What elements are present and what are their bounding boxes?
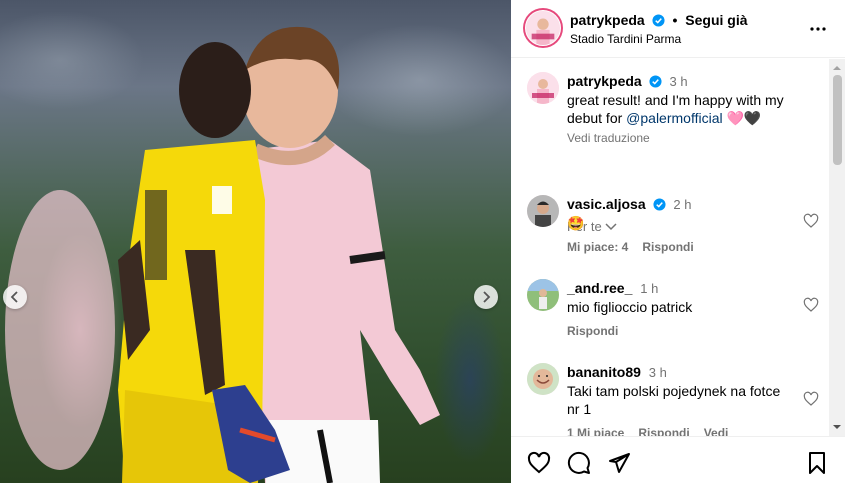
verified-badge-icon xyxy=(652,14,665,27)
comment-avatar[interactable] xyxy=(527,279,559,311)
comment-text: Taki tam polski pojedynek na fotce nr 1 xyxy=(567,383,781,417)
author-line: patrykpeda • Segui già xyxy=(570,12,748,28)
comment-time[interactable]: 3 h xyxy=(649,365,667,380)
comment-username[interactable]: vasic.aljosa xyxy=(567,196,646,212)
comment-reply-button[interactable]: Rispondi xyxy=(567,324,618,338)
post-location[interactable]: Stadio Tardini Parma xyxy=(570,32,681,46)
caption-username[interactable]: patrykpeda xyxy=(567,73,642,89)
more-horizontal-icon[interactable] xyxy=(809,20,827,38)
bookmark-icon[interactable] xyxy=(805,451,829,475)
verified-badge-icon xyxy=(649,75,662,88)
comment-avatar-image xyxy=(527,279,559,311)
comment-time[interactable]: 2 h xyxy=(673,197,691,212)
comment-item: _and.ree_ 1 h mio figlioccio patrick Ris… xyxy=(527,279,819,349)
comment-item: bananito89 3 h Taki tam polski pojedynek… xyxy=(527,363,819,436)
comment-item: vasic.aljosa 2 h 🤩 Mi piace: 4 Rispondi xyxy=(527,195,819,265)
carousel-prev-button[interactable] xyxy=(3,285,27,309)
post-caption: patrykpeda 3 h great result! and I'm hap… xyxy=(527,72,819,145)
comment-username[interactable]: _and.ree_ xyxy=(567,280,632,296)
caption-translate-button[interactable]: Vedi traduzione xyxy=(567,131,650,145)
post-header: patrykpeda • Segui già Stadio Tardini Pa… xyxy=(511,0,845,58)
separator-dot: • xyxy=(672,12,678,28)
chevron-left-icon xyxy=(10,291,18,303)
author-avatar-image xyxy=(526,11,560,45)
caption-mention-link[interactable]: @palermofficial xyxy=(626,110,722,126)
comment-likes[interactable]: 1 Mi piace xyxy=(567,426,624,436)
comment-reply-button[interactable]: Rispondi xyxy=(642,240,693,254)
post-side-panel: patrykpeda • Segui già Stadio Tardini Pa… xyxy=(511,0,845,483)
comment-text: mio figlioccio patrick xyxy=(567,299,693,315)
comments-list[interactable]: patrykpeda 3 h great result! and I'm hap… xyxy=(511,59,845,436)
verified-badge-icon xyxy=(652,198,666,211)
author-avatar[interactable] xyxy=(525,10,561,46)
comment-avatar-image xyxy=(527,363,559,395)
caption-avatar-image xyxy=(527,72,559,104)
heart-icon[interactable] xyxy=(803,297,819,313)
comment-username[interactable]: bananito89 xyxy=(567,364,641,380)
comment-avatar[interactable] xyxy=(527,363,559,395)
share-icon[interactable] xyxy=(607,451,631,475)
scrollbar-thumb[interactable] xyxy=(833,75,842,165)
comment-text: 🤩 xyxy=(567,215,585,231)
post-action-bar xyxy=(511,436,845,483)
comment-time[interactable]: 1 h xyxy=(640,281,658,296)
scroll-down-arrow-icon[interactable] xyxy=(833,423,841,431)
comment-avatar-image xyxy=(527,195,559,227)
carousel-next-button[interactable] xyxy=(474,285,498,309)
heart-icon[interactable] xyxy=(803,391,819,407)
comment-avatar[interactable] xyxy=(527,195,559,227)
caption-time[interactable]: 3 h xyxy=(669,74,687,89)
caption-text: great result! and I'm happy with my debu… xyxy=(567,91,807,127)
players-illustration xyxy=(5,26,440,483)
comments-scrollbar[interactable] xyxy=(829,59,845,436)
following-button[interactable]: Segui già xyxy=(685,12,747,28)
comment-icon[interactable] xyxy=(567,451,591,475)
scroll-up-arrow-icon[interactable] xyxy=(833,64,841,72)
comment-reply-button[interactable]: Rispondi xyxy=(638,426,689,436)
heart-icon[interactable] xyxy=(803,213,819,229)
chevron-right-icon xyxy=(483,291,491,303)
caption-avatar[interactable] xyxy=(527,72,559,104)
post-photo xyxy=(0,0,511,483)
author-username[interactable]: patrykpeda xyxy=(570,12,645,28)
caption-emoji: 🩷🖤 xyxy=(726,110,762,126)
comment-likes[interactable]: Mi piace: 4 xyxy=(567,240,628,254)
heart-icon[interactable] xyxy=(527,451,551,475)
